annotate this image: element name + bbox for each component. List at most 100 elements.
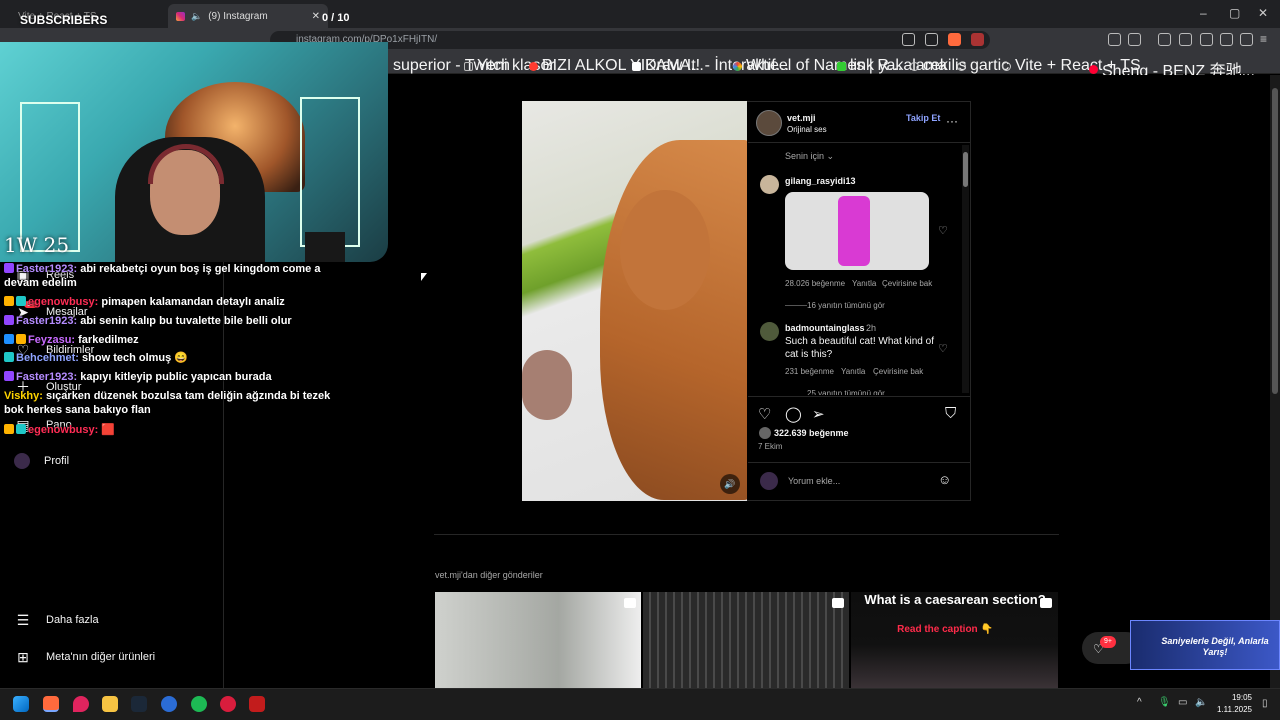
commenter-avatar[interactable] [760, 322, 779, 341]
notification-center-icon[interactable]: ▯ [1262, 698, 1268, 709]
divider [748, 396, 970, 397]
spotify-icon[interactable] [191, 696, 207, 712]
brave-icon[interactable] [43, 696, 59, 712]
more-post-thumbnail[interactable] [435, 592, 641, 688]
comment-username[interactable]: badmountainglass [785, 323, 865, 333]
comment-likes: 28.026 beğenme [785, 279, 846, 288]
chat-message: egenowbusy: 🟥 [4, 423, 344, 437]
tab-instagram[interactable]: 🔈 (9) Instagram ✕ [168, 4, 328, 28]
media-icon[interactable] [1158, 33, 1171, 46]
divider [748, 462, 970, 463]
author-avatar[interactable] [756, 110, 782, 136]
share-post-icon[interactable]: ➢ [812, 405, 825, 423]
badge-icon [16, 296, 26, 306]
badge-icon [4, 334, 14, 344]
rewards-icon[interactable] [971, 33, 984, 46]
author-username[interactable]: vet.mji [787, 113, 816, 123]
site-icon [632, 61, 641, 71]
video-icon [624, 598, 636, 608]
subscriber-goal-counter: 0 / 10 [322, 12, 350, 24]
instagram-icon [176, 11, 185, 21]
app-icon[interactable] [220, 696, 236, 712]
volume-icon[interactable]: 🔊 [720, 474, 740, 494]
more-post-thumbnail[interactable] [643, 592, 849, 688]
comment-time: 2h [866, 323, 877, 333]
file-explorer-icon[interactable] [102, 696, 118, 712]
leo-ai-icon[interactable] [1220, 33, 1233, 46]
folder-icon [464, 61, 473, 71]
avatar [14, 453, 30, 469]
app-icon[interactable] [161, 696, 177, 712]
comment-like-icon[interactable]: ♡ [938, 224, 948, 237]
chat-message: egenowbusy: pimapen kalamandan detaylı a… [4, 295, 344, 309]
brave-shield-icon[interactable] [948, 33, 961, 46]
close-icon[interactable]: ✕ [312, 11, 320, 22]
comment-text: Such a beautiful cat! What kind of cat i… [785, 336, 934, 360]
cast-icon[interactable] [902, 33, 915, 46]
reply-button[interactable]: Yanıtla [841, 367, 865, 376]
globe-icon [910, 61, 919, 71]
ad-text: Saniyelerle Değil, Anlarla Yarış! [1161, 636, 1269, 657]
overlay-timer: 1W 25 [4, 233, 70, 257]
webcam-overlay [0, 42, 388, 262]
wallet-icon[interactable] [1200, 33, 1213, 46]
maps-icon[interactable] [73, 696, 89, 712]
view-replies-button[interactable]: 25 yanıtın tümünü gör [807, 389, 885, 395]
bookmark-icon[interactable]: ⛉ [945, 405, 956, 422]
clock-date[interactable]: 1.11.2025 [1214, 705, 1252, 714]
network-icon[interactable]: ▭ [1178, 697, 1187, 708]
clock-time[interactable]: 19:05 [1224, 693, 1252, 702]
scroll-thumb[interactable] [1272, 88, 1278, 394]
more-options-icon[interactable]: ··· [946, 114, 958, 128]
commenter-avatar[interactable] [760, 175, 779, 194]
comments-scroll-thumb[interactable] [963, 152, 968, 187]
follow-button[interactable]: Takip Et [906, 113, 940, 123]
video-icon [832, 598, 844, 608]
globe-icon [957, 61, 966, 71]
badge-icon [4, 263, 14, 273]
maximize-icon[interactable]: ▢ [1229, 6, 1240, 20]
chevron-up-icon[interactable]: ^ [1137, 697, 1142, 708]
meta-products-button[interactable]: ⊞ Meta'nın diğer ürünleri [14, 648, 155, 666]
windows-start-icon[interactable] [13, 696, 29, 712]
sidebar-item-profile[interactable]: Profil [14, 453, 69, 469]
comment-like-icon[interactable]: ♡ [938, 342, 948, 355]
emoji-icon[interactable]: ☺ [938, 472, 951, 487]
divider [748, 142, 970, 143]
volume-icon[interactable]: 🔈 [1195, 697, 1207, 708]
comment-icon[interactable]: ◯ [785, 405, 802, 423]
site-icon [837, 61, 846, 71]
app-icon[interactable] [249, 696, 265, 712]
view-replies-button[interactable]: 16 yanıtın tümünü gör [807, 301, 885, 310]
close-window-icon[interactable]: ✕ [1258, 6, 1268, 20]
reply-button[interactable]: Yanıtla [852, 279, 876, 288]
vpn-icon[interactable] [1240, 33, 1253, 46]
sidebar-toggle-icon[interactable] [1179, 33, 1192, 46]
wheel-icon [733, 61, 742, 71]
pc-case [305, 232, 345, 262]
badge-icon [4, 371, 14, 381]
sort-dropdown[interactable]: Senin için ⌄ [785, 151, 834, 162]
mic-icon[interactable]: 🎙 [1158, 697, 1171, 708]
pink-panther-figure [838, 196, 870, 266]
screenshot-icon[interactable] [1128, 33, 1141, 46]
comment-input[interactable]: Yorum ekle... [788, 476, 840, 486]
menu-icon[interactable]: ≡ [1260, 33, 1273, 46]
divider [434, 534, 1059, 535]
chat-message: Faster1923: abi rekabetçi oyun boş iş ge… [4, 263, 321, 289]
more-menu-button[interactable]: ☰ Daha fazla [14, 611, 99, 629]
hamburger-icon: ☰ [16, 611, 30, 628]
like-icon[interactable]: ♡ [758, 405, 771, 423]
post-likes[interactable]: 322.639 beğenme [774, 428, 849, 438]
audio-label[interactable]: Orijinal ses [787, 125, 827, 134]
comment-username[interactable]: gilang_rasyidi13 [785, 176, 856, 186]
share-icon[interactable] [925, 33, 938, 46]
post-date: 7 Ekim [758, 442, 783, 451]
extensions-icon[interactable] [1108, 33, 1121, 46]
chat-message: Faster1923: abi senin kalıp bu tuvalette… [4, 314, 344, 328]
translate-button[interactable]: Çevirisine bak [873, 367, 923, 376]
chat-message: Feyzasu: farkedilmez [4, 333, 344, 347]
translate-button[interactable]: Çevirisine bak [882, 279, 932, 288]
steam-icon[interactable] [131, 696, 147, 712]
minimize-icon[interactable]: – [1200, 6, 1207, 20]
